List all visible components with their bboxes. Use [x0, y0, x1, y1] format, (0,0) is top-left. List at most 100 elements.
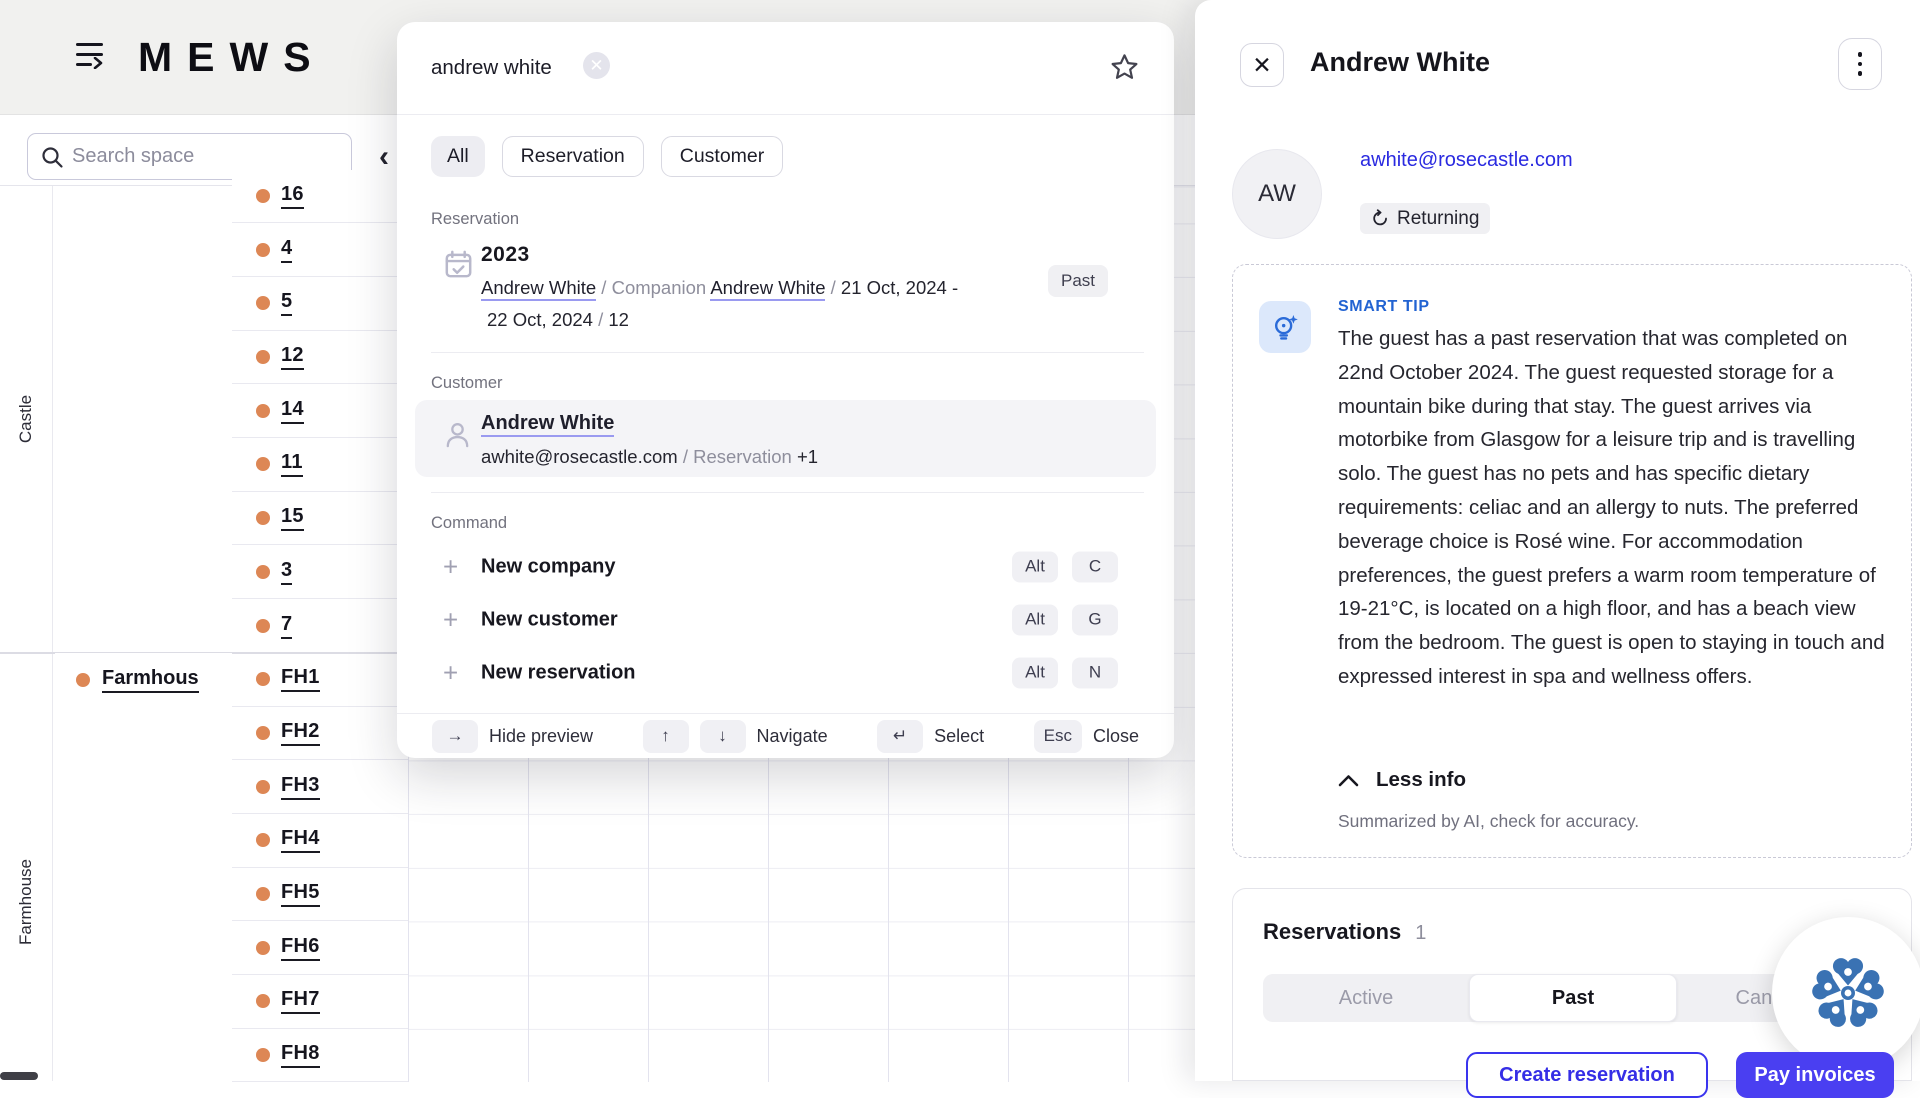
room-link[interactable]: FH3 — [281, 774, 320, 800]
lightbulb-sparkle-icon — [1269, 311, 1301, 343]
room-link[interactable]: 5 — [281, 290, 292, 316]
separator: / — [601, 277, 606, 298]
command-new-company[interactable]: + New company Alt C — [397, 540, 1174, 593]
room-link[interactable]: 12 — [281, 344, 304, 370]
tab-active[interactable]: Active — [1263, 974, 1469, 1022]
customer-detail-panel: ✕ Andrew White AW awhite@rosecastle.com … — [1195, 0, 1920, 1081]
search-filter-pills: All Reservation Customer — [431, 136, 783, 177]
room-link[interactable]: 14 — [281, 398, 304, 424]
companion-label: Companion — [612, 277, 707, 298]
menu-icon[interactable] — [76, 40, 106, 72]
room-status-dot — [256, 887, 270, 901]
tab-past[interactable]: Past — [1469, 974, 1677, 1022]
shortcut-keys: Alt G — [1012, 604, 1118, 635]
divider — [431, 492, 1144, 493]
guest-link[interactable]: Andrew White — [481, 277, 596, 301]
hint-label: Navigate — [757, 726, 828, 747]
room-link[interactable]: FH2 — [281, 720, 320, 746]
horizontal-scrollbar[interactable] — [0, 1072, 38, 1080]
collapse-sidebar-icon[interactable]: ‹ — [379, 140, 389, 174]
smart-tip-chip — [1259, 301, 1311, 353]
customer-email-link[interactable]: awhite@rosecastle.com — [1360, 149, 1573, 172]
section-label-customer: Customer — [431, 374, 503, 393]
room-link[interactable]: FH6 — [281, 935, 320, 961]
filter-customer[interactable]: Customer — [661, 136, 784, 177]
room-row: 12 — [232, 331, 408, 385]
room-row: 14 — [232, 384, 408, 438]
room-status-dot — [256, 726, 270, 740]
room-link[interactable]: FH8 — [281, 1042, 320, 1068]
smart-tip-card: SMART TIP The guest has a past reservati… — [1232, 264, 1912, 858]
room-row: FH1 — [232, 653, 408, 707]
room-status-dot — [256, 565, 270, 579]
filter-all[interactable]: All — [431, 136, 485, 177]
section-label-command: Command — [431, 514, 507, 533]
command-new-reservation[interactable]: + New reservation Alt N — [397, 646, 1174, 699]
key-alt: Alt — [1012, 551, 1058, 582]
room-link[interactable]: 4 — [281, 237, 292, 263]
group-link[interactable]: Farmhous — [102, 667, 199, 693]
command-new-customer[interactable]: + New customer Alt G — [397, 593, 1174, 646]
reservation-result-meta-2: 22 Oct, 2024 / 12 — [487, 309, 629, 331]
ai-disclaimer: Summarized by AI, check for accuracy. — [1338, 811, 1639, 832]
close-panel-button[interactable]: ✕ — [1240, 43, 1284, 87]
room-link[interactable]: FH7 — [281, 988, 320, 1014]
smart-tip-label: SMART TIP — [1338, 298, 1430, 316]
room-status-dot — [256, 189, 270, 203]
menu-arrow-icon — [93, 57, 103, 69]
divider — [52, 186, 53, 1081]
hint-select: ↵ Select — [877, 720, 984, 753]
separator: / — [831, 277, 836, 298]
arrow-right-key-icon: → — [432, 720, 478, 753]
hint-hide-preview: → Hide preview — [432, 720, 593, 753]
chevron-up-icon — [1338, 774, 1359, 787]
clear-search-icon[interactable]: ✕ — [583, 52, 610, 79]
star-icon[interactable] — [1109, 52, 1140, 83]
shortcut-keys: Alt C — [1012, 551, 1118, 582]
reservation-result-meta: Andrew White / Companion Andrew White / … — [481, 277, 958, 299]
mews-assistant-button[interactable] — [1772, 917, 1920, 1069]
reservations-count: 1 — [1415, 922, 1426, 945]
room-link[interactable]: 11 — [281, 451, 303, 477]
room-row: FH5 — [232, 868, 408, 922]
avatar: AW — [1232, 149, 1322, 239]
filter-reservation[interactable]: Reservation — [502, 136, 644, 177]
customer-meta-extra: +1 — [797, 446, 818, 467]
reservation-result-title[interactable]: 2023 — [481, 243, 530, 267]
room-link[interactable]: 7 — [281, 613, 292, 639]
room-row: 11 — [232, 438, 408, 492]
room-link[interactable]: 3 — [281, 559, 292, 585]
room-link[interactable]: 15 — [281, 505, 304, 531]
pay-invoices-button[interactable]: Pay invoices — [1736, 1052, 1894, 1098]
less-info-toggle[interactable]: Less info — [1338, 768, 1466, 792]
room-row: FH7 — [232, 975, 408, 1029]
room-row: FH2 — [232, 707, 408, 761]
customer-link[interactable]: Andrew White — [481, 412, 614, 437]
customer-title: Andrew White — [1310, 47, 1490, 78]
room-link[interactable]: FH5 — [281, 881, 320, 907]
returning-label: Returning — [1397, 208, 1479, 230]
room-link[interactable]: FH4 — [281, 827, 320, 853]
room-status-dot — [256, 243, 270, 257]
search-overlay-header[interactable]: andrew white ✕ — [397, 22, 1174, 115]
returning-badge: Returning — [1360, 203, 1490, 234]
companion-link[interactable]: Andrew White — [710, 277, 825, 301]
room-link[interactable]: 16 — [281, 183, 304, 209]
room-status-dot — [256, 672, 270, 686]
room-status-dot — [256, 457, 270, 471]
kebab-icon — [1858, 52, 1863, 57]
arrow-down-key-icon: ↓ — [700, 720, 746, 753]
room-row: FH3 — [232, 760, 408, 814]
search-query[interactable]: andrew white — [431, 56, 552, 80]
more-options-button[interactable] — [1838, 38, 1882, 90]
room-status-dot — [256, 780, 270, 794]
hint-close: Esc Close — [1034, 720, 1139, 753]
search-icon — [41, 146, 64, 169]
customer-email: awhite@rosecastle.com — [481, 446, 678, 467]
room-row: 4 — [232, 223, 408, 277]
search-overlay-footer: → Hide preview ↑ ↓ Navigate ↵ Select Esc… — [397, 713, 1174, 758]
room-status-dot — [256, 833, 270, 847]
room-link[interactable]: FH1 — [281, 666, 320, 692]
close-icon: ✕ — [1252, 52, 1271, 79]
create-reservation-button[interactable]: Create reservation — [1466, 1052, 1708, 1098]
